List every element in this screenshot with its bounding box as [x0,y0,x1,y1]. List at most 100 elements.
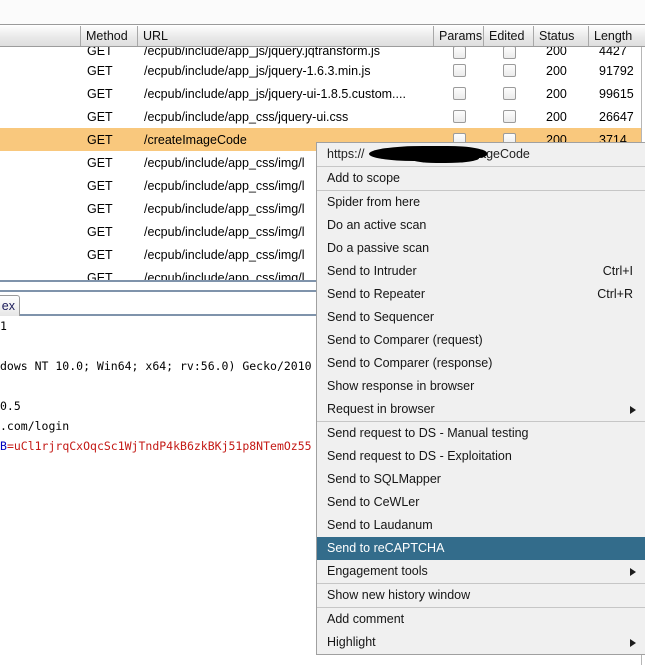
params-checkbox[interactable] [452,87,466,100]
table-header-row: Method URL Params Edited Status Length [0,26,645,47]
menu-item-send-request-to-ds-exploitation[interactable]: Send request to DS - Exploitation [317,445,645,468]
menu-item-highlight[interactable]: Highlight [317,631,645,654]
menu-item-label: Send request to DS - Manual testing [327,426,529,440]
table-row[interactable]: GET/ecpub/include/app_js/jquery-1.6.3.mi… [0,59,645,82]
column-header-status[interactable]: Status [534,26,589,46]
cell-length: 4427 [599,47,627,58]
cell-method: GET [87,247,113,262]
cell-params [434,64,484,77]
cell-method: GET [87,86,113,101]
menu-item-send-to-sqlmapper[interactable]: Send to SQLMapper [317,468,645,491]
cell-length: 99615 [599,86,634,101]
column-header-params[interactable]: Params [434,26,484,46]
edited-checkbox[interactable] [502,64,516,77]
cell-edited [484,110,534,123]
cell-params [434,110,484,123]
edited-checkbox[interactable] [502,110,516,123]
menu-item-https[interactable]: https:// /createImageCode [317,143,645,166]
menu-item-send-to-laudanum[interactable]: Send to Laudanum [317,514,645,537]
menu-item-engagement-tools[interactable]: Engagement tools [317,560,645,583]
submenu-arrow-icon [630,639,636,647]
cell-edited [484,64,534,77]
menu-item-label: Send to CeWLer [327,495,420,509]
cell-method: GET [87,270,113,281]
menu-item-label: Show response in browser [327,379,475,393]
menu-item-label: Spider from here [327,195,421,209]
cell-status: 200 [546,47,567,58]
menu-item-label: Highlight [327,635,376,649]
menu-item-shortcut: Ctrl+R [597,287,633,301]
menu-item-send-to-sequencer[interactable]: Send to Sequencer [317,306,645,329]
params-checkbox[interactable] [452,64,466,77]
cell-method: GET [87,224,113,239]
cell-url: /ecpub/include/app_js/jquery.jqtransform… [144,47,381,58]
menu-item-label: Send to Laudanum [327,518,433,532]
cell-method: GET [87,109,113,124]
column-header-length[interactable]: Length [589,26,645,46]
menu-item-label: Request in browser [327,402,435,416]
cell-status: 200 [546,109,567,124]
cell-params [434,87,484,100]
menu-item-label: Send to Comparer (response) [327,356,493,370]
menu-item-send-to-intruder[interactable]: Send to Intruder Ctrl+I [317,260,645,283]
submenu-arrow-icon [630,406,636,414]
edited-checkbox[interactable] [502,47,516,59]
table-row[interactable]: GET/ecpub/include/app_css/jquery-ui.css 2… [0,105,645,128]
params-checkbox[interactable] [452,110,466,123]
menu-item-label: Do a passive scan [327,241,430,255]
cell-status: 200 [546,63,567,78]
cell-method: GET [87,132,113,147]
menu-item-label: Send to Repeater [327,287,425,301]
menu-url-prefix: https:// [327,147,365,161]
edited-checkbox[interactable] [502,87,516,100]
cell-edited [484,87,534,100]
menu-item-add-comment[interactable]: Add comment [317,608,645,631]
cell-method: GET [87,47,113,58]
cell-method: GET [87,155,113,170]
menu-item-label: Send to Comparer (request) [327,333,483,347]
menu-item-send-request-to-ds-manual-testing[interactable]: Send request to DS - Manual testing [317,422,645,445]
menu-item-label: Add comment [327,612,405,626]
column-header-blank[interactable] [0,26,81,46]
params-checkbox[interactable] [452,47,466,59]
menu-item-send-to-comparer-request[interactable]: Send to Comparer (request) [317,329,645,352]
cell-url: /ecpub/include/app_css/jquery-ui.css [144,109,349,124]
menu-item-label: Send request to DS - Exploitation [327,449,512,463]
menu-item-label: Show new history window [327,588,471,602]
menu-item-do-a-passive-scan[interactable]: Do a passive scan [317,237,645,260]
cookie-name: B [0,439,7,453]
menu-item-do-an-active-scan[interactable]: Do an active scan [317,214,645,237]
menu-item-show-response-in-browser[interactable]: Show response in browser [317,375,645,398]
cell-status: 200 [546,86,567,101]
menu-item-send-to-comparer-response[interactable]: Send to Comparer (response) [317,352,645,375]
cell-url: /ecpub/include/app_js/jquery-1.6.3.min.j… [144,63,371,78]
menu-item-add-to-scope[interactable]: Add to scope [317,167,645,190]
column-header-edited[interactable]: Edited [484,26,534,46]
menu-item-send-to-repeater[interactable]: Send to Repeater Ctrl+R [317,283,645,306]
submenu-arrow-icon [630,568,636,576]
menu-item-send-to-recaptcha[interactable]: Send to reCAPTCHA [317,537,645,560]
menu-item-spider-from-here[interactable]: Spider from here [317,191,645,214]
menu-item-show-new-history-window[interactable]: Show new history window [317,584,645,607]
menu-item-label: Do an active scan [327,218,427,232]
tab-hex[interactable]: ex [0,295,20,316]
menu-item-label: Send to Sequencer [327,310,435,324]
menu-item-request-in-browser[interactable]: Request in browser [317,398,645,421]
context-menu[interactable]: https:// /createImageCode Add to scope Spi… [316,142,645,655]
cell-method: GET [87,178,113,193]
cell-method: GET [87,201,113,216]
column-header-method[interactable]: Method [81,26,138,46]
menu-item-label: Add to scope [327,171,400,185]
column-header-url[interactable]: URL [138,26,434,46]
cell-length: 26647 [599,109,634,124]
menu-item-label: Send to SQLMapper [327,472,441,486]
table-row[interactable]: GET/ecpub/include/app_js/jquery-ui-1.8.5… [0,82,645,105]
menu-item-send-to-cewler[interactable]: Send to CeWLer [317,491,645,514]
redaction-bar-tail [409,152,479,163]
menu-item-label: Send to Intruder [327,264,417,278]
cell-length: 91792 [599,63,634,78]
table-row[interactable]: GET/ecpub/include/app_js/jquery.jqtransf… [0,47,645,59]
cell-method: GET [87,63,113,78]
cookie-value: =uCl1rjrqCxOqcSc1WjTndP4kB6zkBKj51p8NTem… [6,439,312,453]
toolbar-strip [0,0,645,25]
